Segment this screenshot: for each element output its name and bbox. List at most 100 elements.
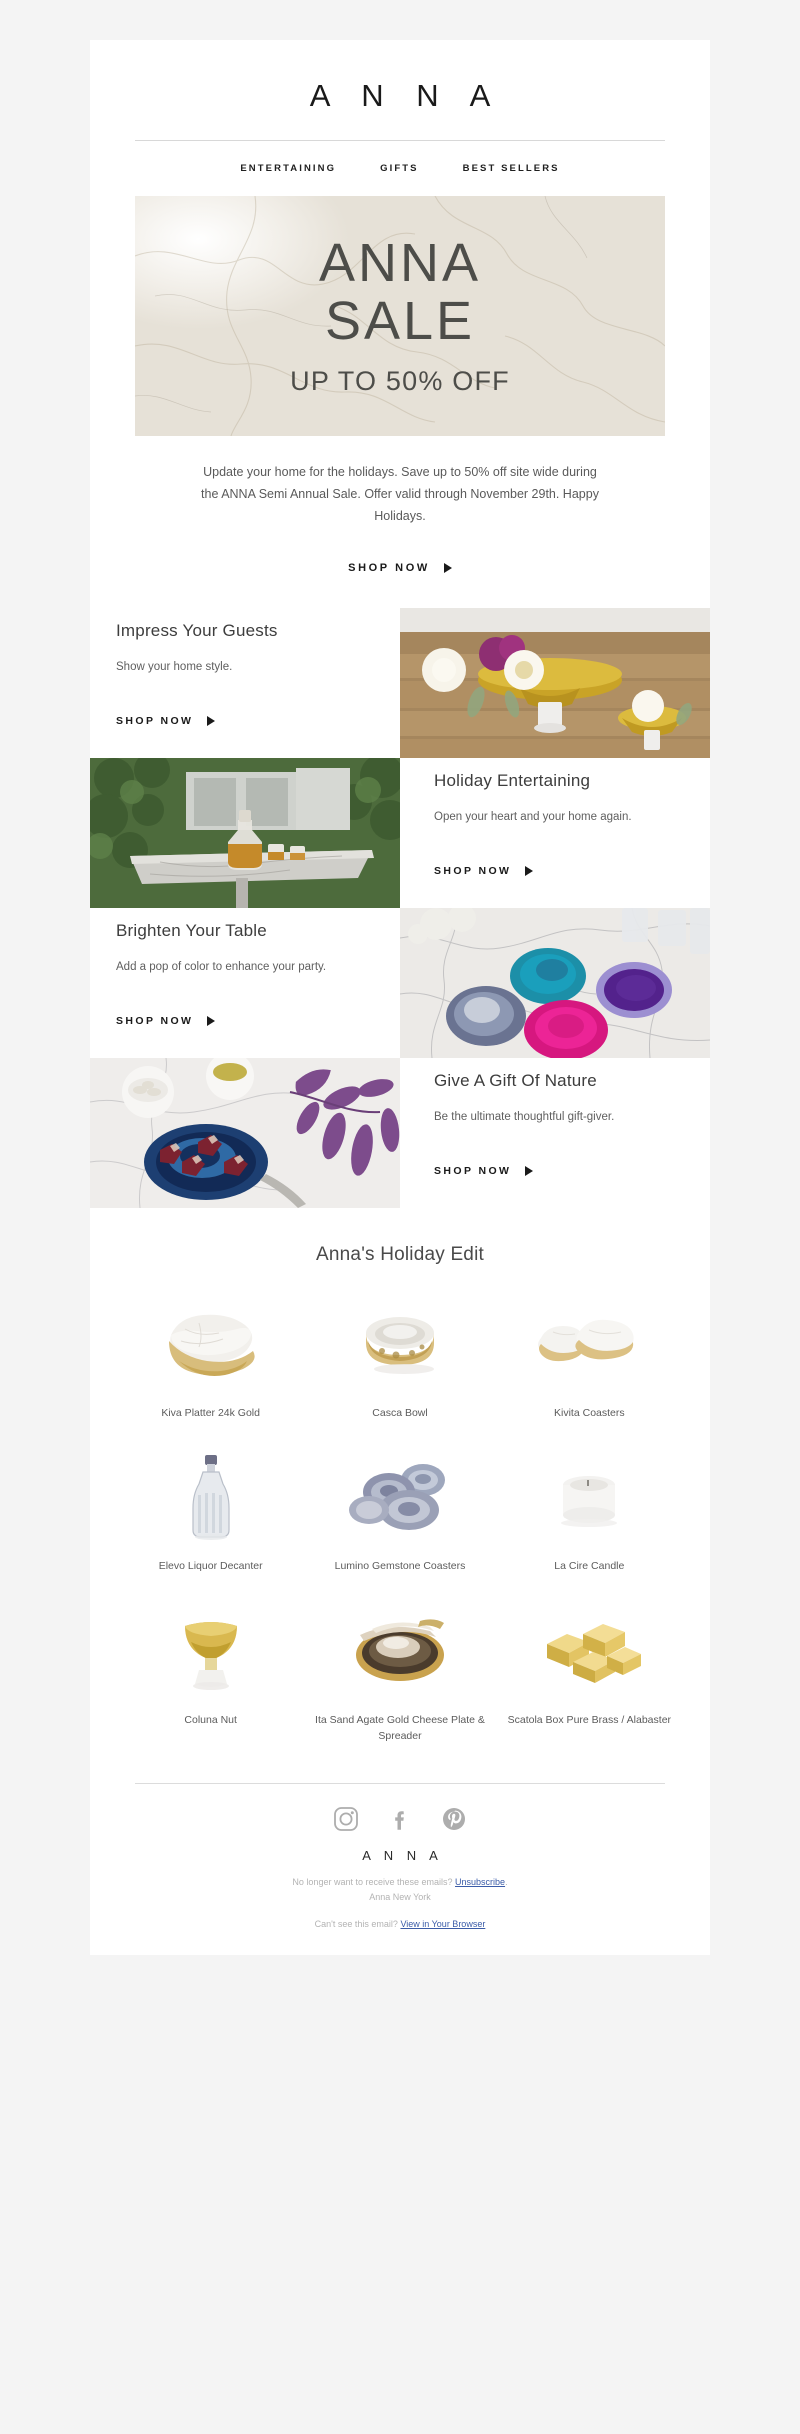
product-cell[interactable]: Scatola Box Pure Brass / Alabaster [495,1589,684,1759]
product-cell[interactable]: Lumino Gemstone Coasters [305,1435,494,1589]
product-image-scatola-box [503,1605,676,1697]
section-3-cta-wrap: SHOP NOW [116,1011,376,1029]
hero-text-block: ANNA SALE UP TO 50% OFF [135,196,665,436]
arrow-right-icon [525,865,534,876]
shop-now-button-3[interactable]: SHOP NOW [116,1014,216,1027]
product-label: Elevo Liquor Decanter [158,1560,263,1573]
intro-paragraph: Update your home for the holidays. Save … [201,465,599,523]
section-2-desc: Open your heart and your home again. [434,810,632,823]
section-4-desc: Be the ultimate thoughtful gift-giver. [434,1110,615,1123]
instagram-icon [334,1806,358,1831]
product-label: La Cire Candle [554,1560,625,1573]
shop-now-label: SHOP NOW [116,1014,194,1027]
main-nav: ENTERTAINING GIFTS BEST SELLERS [90,141,710,196]
product-cell[interactable]: Casca Bowl [305,1282,494,1436]
arrow-right-icon [525,1165,534,1176]
arrow-right-icon [443,562,452,573]
product-cell[interactable]: La Cire Candle [495,1435,684,1589]
section-1-cta-wrap: SHOP NOW [116,711,376,729]
casca-bowl-icon [365,1316,434,1374]
kivita-coasters-icon [538,1319,634,1361]
product-cell[interactable]: Ita Sand Agate Gold Cheese Plate & Sprea… [305,1589,494,1759]
shop-now-label: SHOP NOW [116,714,194,727]
hero-cta-wrap: SHOP NOW [90,528,710,608]
section-4-text: Give A Gift Of Nature Be the ultimate th… [400,1058,710,1208]
product-cell[interactable]: Kiva Platter 24k Gold [116,1282,305,1436]
platter-gold-icon [168,1314,255,1376]
arrow-right-icon [207,1015,216,1026]
shop-now-button-hero[interactable]: SHOP NOW [348,562,452,574]
pinterest-icon [443,1807,465,1830]
section-4-title: Give A Gift Of Nature [434,1070,597,1090]
company-address: Anna New York [369,1891,431,1902]
facebook-link[interactable] [387,1806,413,1832]
section-2-text: Holiday Entertaining Open your heart and… [400,758,710,908]
shop-now-button-1[interactable]: SHOP NOW [116,714,216,727]
section-3-title: Brighten Your Table [116,920,267,940]
pinterest-link[interactable] [441,1806,467,1832]
product-image-kivita-coasters [503,1298,676,1390]
footer-legal: No longer want to receive these emails? … [90,1875,710,1906]
email-body: A N N A ENTERTAINING GIFTS BEST SELLERS [90,40,710,1956]
shop-now-button-4[interactable]: SHOP NOW [434,1164,534,1177]
product-image-lumino-coasters [313,1451,486,1543]
view-in-browser-link[interactable]: View in Your Browser [400,1919,485,1929]
unsubscribe-suffix: . [505,1876,508,1887]
product-label: Coluna Nut [184,1714,237,1727]
section-2-image[interactable] [90,757,400,908]
section-1-text: Impress Your Guests Show your home style… [90,608,400,758]
product-label: Casca Bowl [372,1406,428,1419]
section-2-cta-wrap: SHOP NOW [434,861,692,879]
footer-browser-line: Can't see this email? View in Your Brows… [90,1905,710,1955]
nav-item-gifts[interactable]: GIFTS [380,163,418,174]
social-links [90,1784,710,1848]
unsubscribe-prefix: No longer want to receive these emails? [292,1876,453,1887]
section-1-image[interactable] [400,607,710,758]
photo-art-agate-coasters [400,907,710,1058]
instagram-link[interactable] [333,1806,359,1832]
shop-now-button-2[interactable]: SHOP NOW [434,864,534,877]
hero-banner[interactable]: ANNA SALE UP TO 50% OFF [135,196,665,436]
section-3-image[interactable] [400,907,710,1058]
cheese-plate-icon [355,1619,444,1682]
product-label: Lumino Gemstone Coasters [334,1560,466,1573]
header-logo-block: A N N A [90,40,710,140]
hero-headline-line1: ANNA [318,233,482,294]
product-cell[interactable]: Coluna Nut [116,1589,305,1759]
section-give-a-gift-of-nature: Give A Gift Of Nature Be the ultimate th… [90,1057,710,1208]
footer-brand-logo: A N N A [362,1847,443,1863]
photo-art-gold-bowls [400,607,710,758]
arrow-right-icon [207,715,216,726]
product-label: Scatola Box Pure Brass / Alabaster [507,1714,672,1727]
shop-now-label: SHOP NOW [434,864,512,877]
photo-art-decanter [90,757,400,908]
unsubscribe-link[interactable]: Unsubscribe [455,1877,505,1887]
section-impress-your-guests: Impress Your Guests Show your home style… [90,607,710,758]
section-3-text: Brighten Your Table Add a pop of color t… [90,908,400,1058]
product-cell[interactable]: Kivita Coasters [495,1282,684,1436]
section-1-title: Impress Your Guests [116,620,278,640]
nav-item-entertaining[interactable]: ENTERTAINING [240,163,336,174]
product-image-coluna-nut [124,1605,297,1697]
section-4-image[interactable] [90,1057,400,1208]
product-grid: Kiva Platter 24k Gold Casca Bowl Kivita … [90,1274,710,1769]
section-holiday-entertaining: Holiday Entertaining Open your heart and… [90,757,710,908]
decanter-icon [192,1455,230,1541]
nav-item-best-sellers[interactable]: BEST SELLERS [463,163,560,174]
facebook-icon [395,1810,404,1830]
section-3-desc: Add a pop of color to enhance your party… [116,960,327,973]
product-image-kiva-platter [124,1298,297,1390]
coluna-nut-icon [184,1622,237,1691]
shop-now-label: SHOP NOW [434,1164,512,1177]
gemstone-coasters-icon [348,1464,445,1531]
product-image-elevo-decanter [124,1451,297,1543]
product-label: Kivita Coasters [554,1406,625,1419]
brand-logo[interactable]: A N N A [90,78,710,114]
email-canvas: A N N A ENTERTAINING GIFTS BEST SELLERS [0,0,800,2434]
product-image-la-cire-candle [503,1451,676,1543]
scatola-box-icon [547,1624,642,1684]
hero-subheadline: UP TO 50% OFF [290,365,510,396]
candle-icon [561,1476,618,1528]
section-2-title: Holiday Entertaining [434,770,591,790]
product-cell[interactable]: Elevo Liquor Decanter [116,1435,305,1589]
